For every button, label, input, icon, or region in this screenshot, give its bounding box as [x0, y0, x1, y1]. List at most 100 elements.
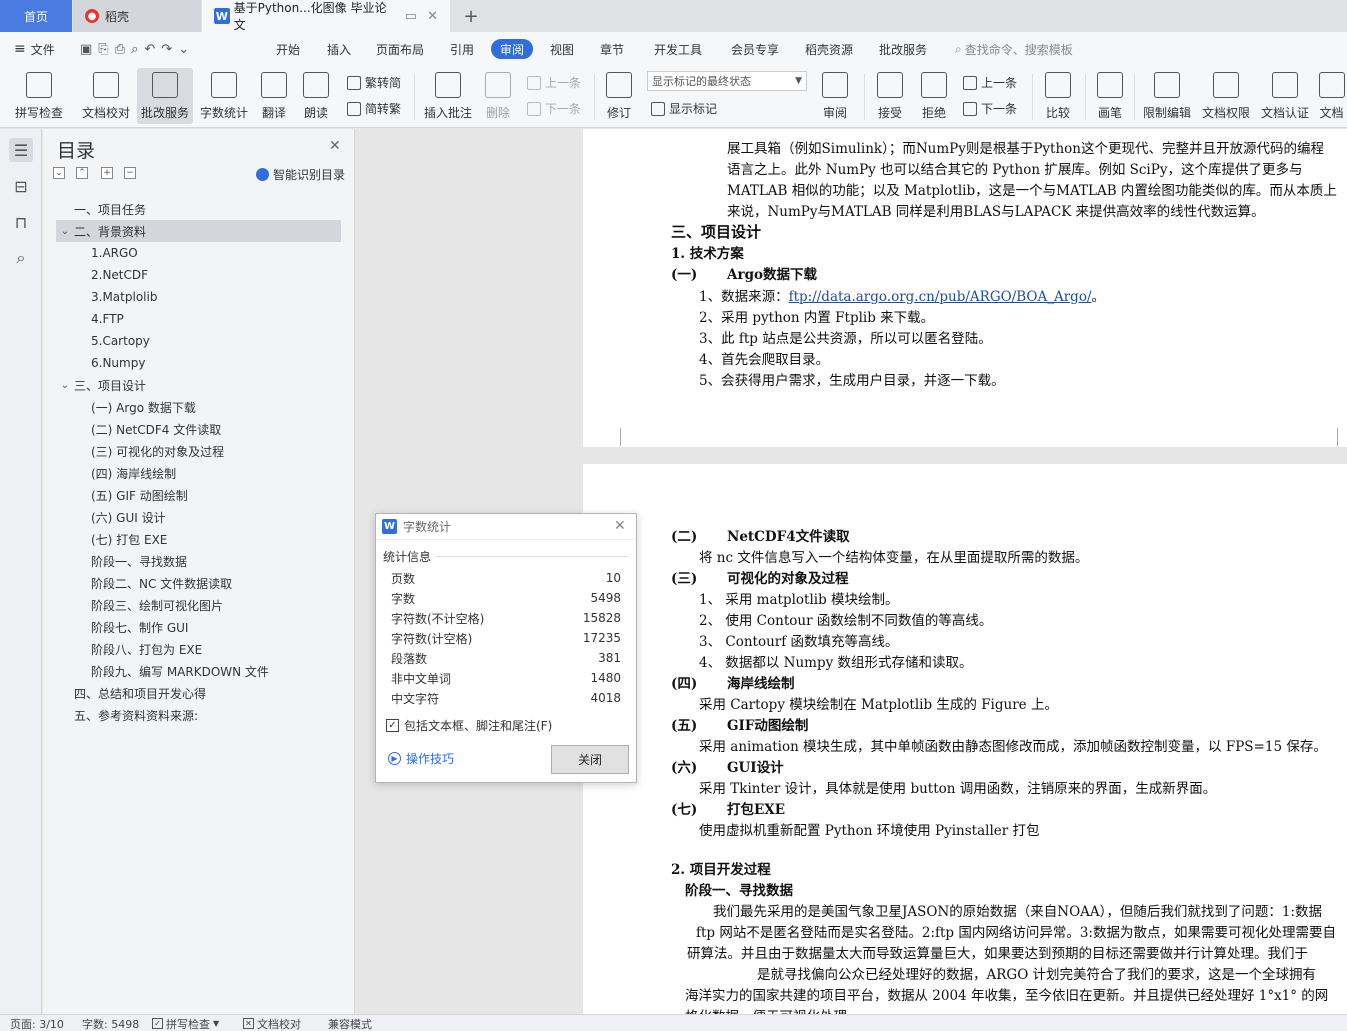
remove-heading-icon[interactable]: −	[124, 167, 136, 179]
toc-item[interactable]: 阶段三、绘制可视化图片	[56, 594, 341, 616]
checkbox-checked-icon[interactable]: ✓	[386, 719, 399, 732]
new-tab-button[interactable]: +	[458, 0, 484, 32]
chevron-down-icon[interactable]: ⌄	[56, 380, 74, 391]
close-icon[interactable]: ✕	[614, 518, 626, 534]
menu-correct-service[interactable]: 批改服务	[879, 32, 927, 66]
redo-icon[interactable]: ↷	[161, 42, 178, 57]
prev-comment-button[interactable]: 上一条	[527, 74, 581, 91]
toc-item[interactable]: 阶段八、打包为 EXE	[56, 638, 341, 660]
read-aloud-button[interactable]: 朗读	[296, 68, 336, 124]
show-markup-button[interactable]: 显示标记	[651, 100, 717, 117]
delete-comment-button[interactable]: 删除	[478, 68, 518, 124]
export-icon[interactable]: ⎘	[98, 42, 114, 57]
translate-button[interactable]: 翻译	[254, 68, 294, 124]
toc-item[interactable]: 1.ARGO	[56, 242, 341, 264]
revise-button[interactable]: 修订	[598, 68, 640, 124]
search-icon[interactable]: ⌕	[9, 246, 33, 270]
toc-item[interactable]: (七) 打包 EXE	[56, 528, 341, 550]
toc-item[interactable]: 阶段七、制作 GUI	[56, 616, 341, 638]
markup-state-select[interactable]: 显示标记的最终状态 ▼	[647, 71, 807, 91]
correct-service-button[interactable]: 批改服务	[137, 68, 193, 124]
toc-item[interactable]: ⌄ 三、项目设计	[56, 374, 341, 396]
tab-document[interactable]: W 基于Python...化图像 毕业论文 ▭ ✕	[202, 0, 450, 32]
menu-review[interactable]: 审阅	[491, 39, 534, 59]
menu-file[interactable]: ≡ 文件	[14, 32, 55, 66]
toc-item[interactable]: (一) Argo 数据下载	[56, 396, 341, 418]
next-comment-button[interactable]: 下一条	[527, 100, 581, 117]
tab-pin-icon[interactable]: ▭	[405, 9, 417, 24]
save-icon[interactable]: ▣	[80, 42, 98, 57]
pen-button[interactable]: 画笔	[1090, 68, 1130, 124]
close-button[interactable]: 关闭	[551, 745, 629, 774]
trad-to-simp-button[interactable]: 繁转简	[347, 74, 401, 91]
simp-to-trad-button[interactable]: 简转繁	[347, 100, 401, 117]
prev-revision-button[interactable]: 上一条	[963, 74, 1017, 91]
preview-icon[interactable]: ⌕	[131, 42, 144, 57]
menu-insert[interactable]: 插入	[327, 32, 351, 66]
restrict-edit-button[interactable]: 限制编辑	[1138, 68, 1196, 124]
menu-layout[interactable]: 页面布局	[376, 32, 424, 66]
dialog-titlebar[interactable]: W 字数统计	[376, 514, 636, 540]
tips-link[interactable]: ▶ 操作技巧	[388, 750, 454, 767]
tab-home[interactable]: 首页	[0, 0, 72, 32]
toc-item[interactable]: 5.Cartopy	[56, 330, 341, 352]
toc-item[interactable]: 4.FTP	[56, 308, 341, 330]
menu-references[interactable]: 引用	[450, 32, 474, 66]
undo-icon[interactable]: ↶	[144, 42, 161, 57]
tab-docer[interactable]: ● 稻壳	[73, 0, 201, 32]
include-textbox-checkbox[interactable]: ✓ 包括文本框、脚注和尾注(F)	[386, 717, 552, 734]
ftp-link[interactable]: ftp://data.argo.org.cn/pub/ARGO/BOA_Argo…	[789, 289, 1092, 305]
doc-proof-button[interactable]: 文档校对	[76, 68, 136, 124]
expand-all-icon[interactable]: ⌃	[76, 167, 88, 179]
toc-item[interactable]: 阶段二、NC 文件数据读取	[56, 572, 341, 594]
toc-item[interactable]: 阶段一、寻找数据	[56, 550, 341, 572]
doc-cert-button[interactable]: 文档认证	[1256, 68, 1314, 124]
menu-chapter[interactable]: 章节	[600, 32, 624, 66]
insert-comment-button[interactable]: 插入批注	[420, 68, 476, 124]
toc-item[interactable]: 2.NetCDF	[56, 264, 341, 286]
doc-rights-button[interactable]: 文档权限	[1198, 68, 1254, 124]
review-pane-button[interactable]: 审阅	[812, 68, 858, 124]
toc-item[interactable]: ⌄ 二、背景资料	[56, 220, 341, 242]
chevron-down-icon[interactable]: ⌄	[56, 226, 74, 237]
status-doc-proof[interactable]: ✕ 文档校对	[243, 1015, 301, 1031]
smart-toc-button[interactable]: 智能识别目录	[256, 166, 345, 183]
toc-item[interactable]: 6.Numpy	[56, 352, 341, 374]
close-icon[interactable]: ✕	[329, 138, 341, 154]
page-indicator[interactable]: 页面: 3/10	[10, 1015, 64, 1031]
menu-home[interactable]: 开始	[276, 32, 300, 66]
bookmark-icon[interactable]: ⊓	[9, 210, 33, 234]
toc-item[interactable]: (五) GIF 动图绘制	[56, 484, 341, 506]
doc-more-button[interactable]: 文档	[1316, 68, 1347, 124]
toc-item[interactable]: (二) NetCDF4 文件读取	[56, 418, 341, 440]
menu-view[interactable]: 视图	[550, 32, 574, 66]
command-search[interactable]: ⌕ 查找命令、搜索模板	[955, 32, 1073, 66]
toc-item[interactable]: 一、项目任务	[56, 198, 341, 220]
toc-item[interactable]: (六) GUI 设计	[56, 506, 341, 528]
tab-close-icon[interactable]: ✕	[427, 9, 438, 24]
toc-nav-icon[interactable]: ☰	[9, 138, 33, 162]
toc-item[interactable]: 阶段九、编写 MARKDOWN 文件	[56, 660, 341, 682]
accept-button[interactable]: 接受	[868, 68, 912, 124]
customize-icon[interactable]: ⌄	[178, 42, 195, 57]
reject-button[interactable]: 拒绝	[912, 68, 956, 124]
toc-item[interactable]: (三) 可视化的对象及过程	[56, 440, 341, 462]
print-icon[interactable]: ⎙	[115, 42, 131, 57]
word-count-indicator[interactable]: 字数: 5498	[82, 1015, 139, 1031]
toc-item[interactable]: 五、参考资料资料来源:	[56, 704, 341, 726]
toc-item[interactable]: 四、总结和项目开发心得	[56, 682, 341, 704]
compare-button[interactable]: 比较	[1036, 68, 1080, 124]
next-revision-button[interactable]: 下一条	[963, 100, 1017, 117]
toc-item[interactable]: 3.Matplolib	[56, 286, 341, 308]
chapter-nav-icon[interactable]: ⊟	[9, 174, 33, 198]
quick-access-toolbar[interactable]: ▣ ⎘ ⎙ ⌕ ↶ ↷ ⌄	[80, 32, 195, 66]
menu-member[interactable]: 会员专享	[731, 32, 779, 66]
menu-developer[interactable]: 开发工具	[654, 32, 702, 66]
spell-check-button[interactable]: 拼写检查	[8, 68, 70, 124]
word-count-button[interactable]: 字数统计	[196, 68, 252, 124]
add-heading-icon[interactable]: +	[101, 167, 113, 179]
collapse-all-icon[interactable]: ⌄	[53, 167, 65, 179]
menu-docer-resources[interactable]: 稻壳资源	[805, 32, 853, 66]
toc-item[interactable]: (四) 海岸线绘制	[56, 462, 341, 484]
status-spell-check[interactable]: ✓ 拼写检查 ▼	[152, 1015, 219, 1031]
